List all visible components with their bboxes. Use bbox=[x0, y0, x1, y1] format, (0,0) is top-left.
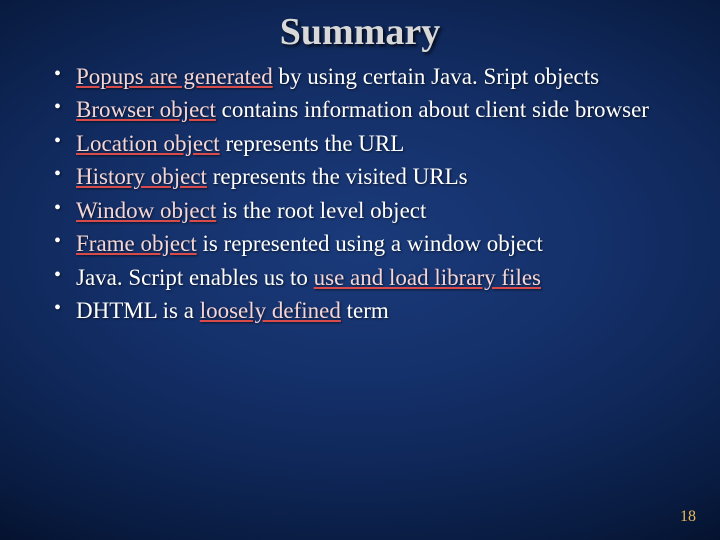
bullet-post: contains information about client side b… bbox=[216, 97, 649, 122]
bullet-list: Popups are generated by using certain Ja… bbox=[0, 62, 720, 326]
bullet-post: term bbox=[341, 298, 389, 323]
bullet-underline: use and load library files bbox=[314, 265, 541, 290]
bullet-underline: History object bbox=[76, 164, 207, 189]
list-item: Window object is the root level object bbox=[54, 196, 680, 225]
bullet-underline: Popups are generated bbox=[76, 64, 273, 89]
bullet-post: by using certain Java. Sript objects bbox=[273, 64, 599, 89]
list-item: Location object represents the URL bbox=[54, 129, 680, 158]
bullet-post: represents the visited URLs bbox=[207, 164, 468, 189]
list-item: History object represents the visited UR… bbox=[54, 162, 680, 191]
bullet-post: is represented using a window object bbox=[197, 231, 543, 256]
bullet-post: is the root level object bbox=[216, 198, 426, 223]
bullet-underline: Frame object bbox=[76, 231, 197, 256]
list-item: Java. Script enables us to use and load … bbox=[54, 263, 680, 292]
bullet-post: represents the URL bbox=[220, 131, 405, 156]
bullet-underline: Browser object bbox=[76, 97, 216, 122]
list-item: Frame object is represented using a wind… bbox=[54, 229, 680, 258]
bullet-underline: Location object bbox=[76, 131, 220, 156]
bullet-pre: Java. Script enables us to bbox=[76, 265, 314, 290]
bullet-pre: DHTML is a bbox=[76, 298, 200, 323]
list-item: DHTML is a loosely defined term bbox=[54, 296, 680, 325]
list-item: Popups are generated by using certain Ja… bbox=[54, 62, 680, 91]
page-number: 18 bbox=[680, 508, 696, 526]
bullet-underline: loosely defined bbox=[200, 298, 341, 323]
slide: Summary Popups are generated by using ce… bbox=[0, 0, 720, 540]
list-item: Browser object contains information abou… bbox=[54, 95, 680, 124]
bullet-underline: Window object bbox=[76, 198, 216, 223]
slide-title: Summary bbox=[0, 0, 720, 54]
